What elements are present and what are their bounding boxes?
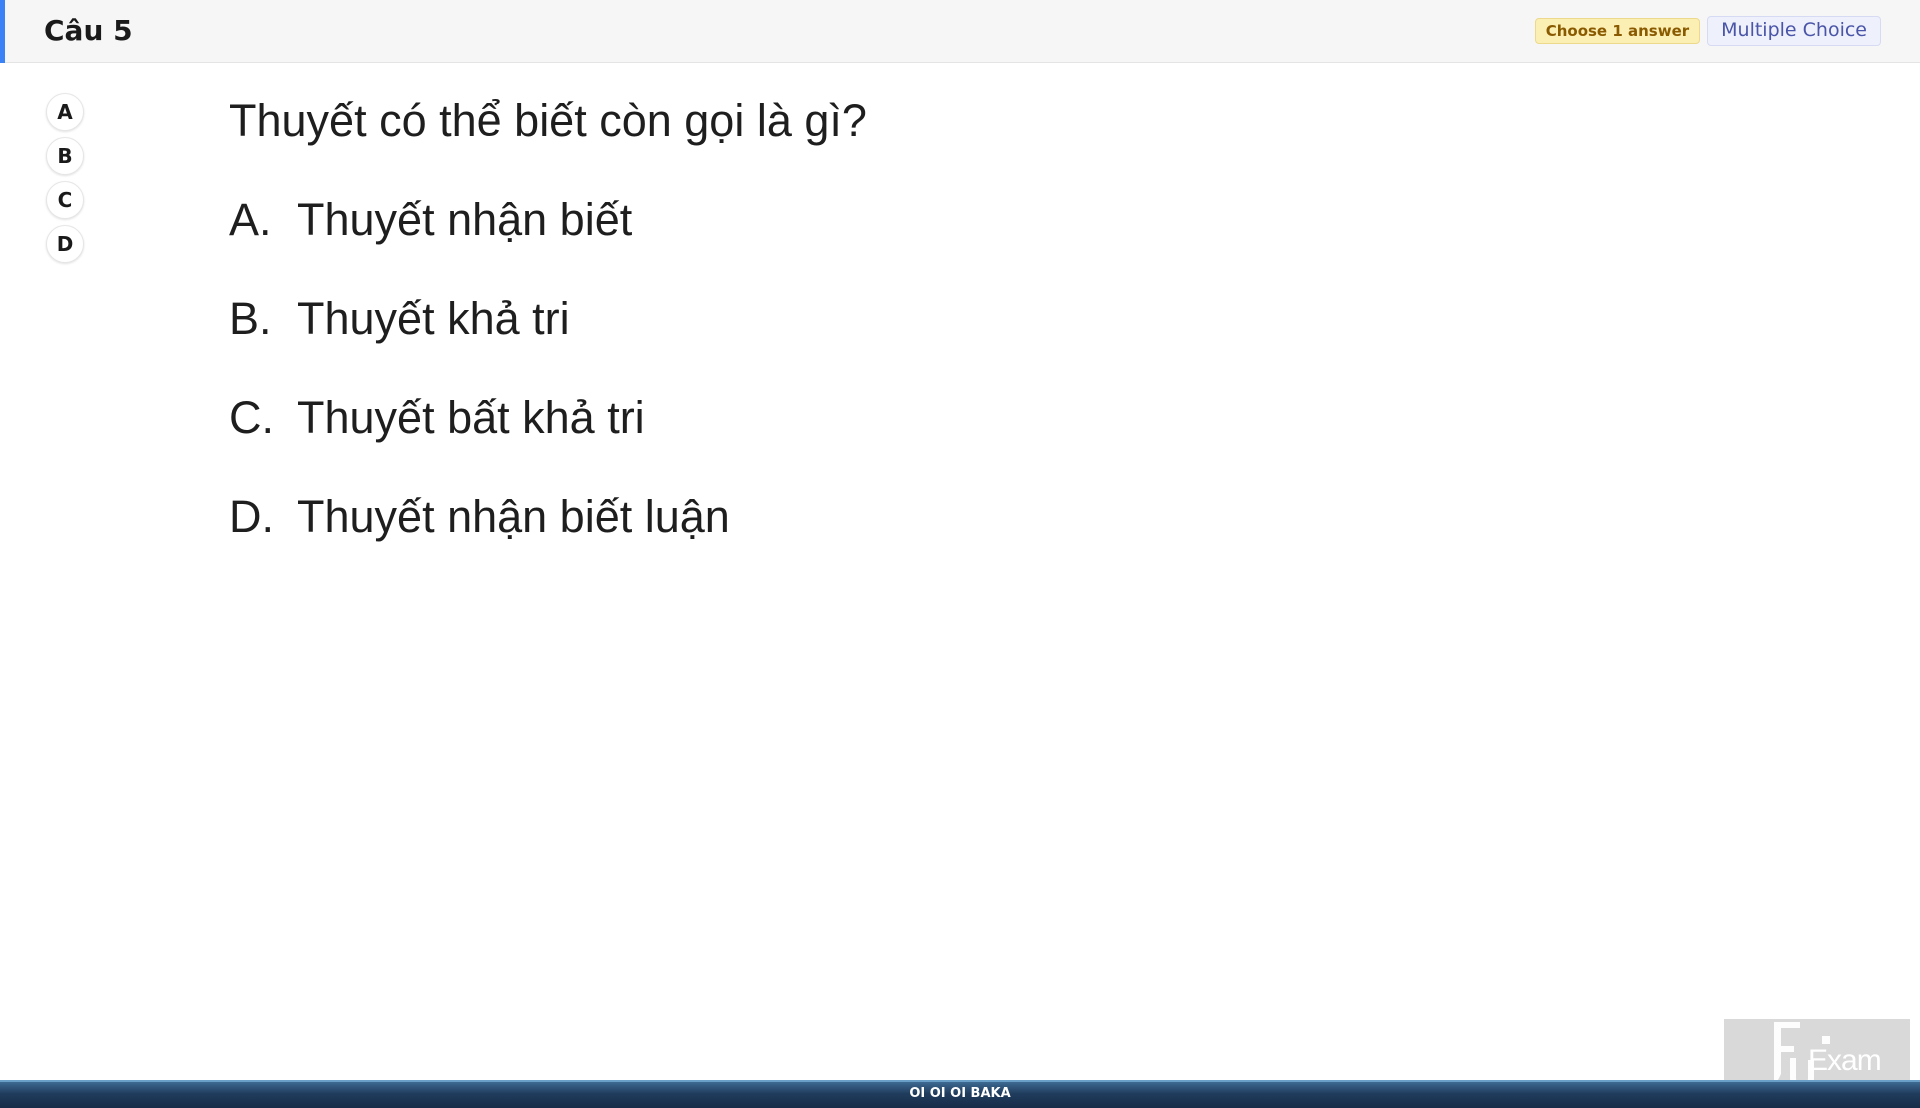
answer-button-d[interactable]: D xyxy=(46,225,84,263)
choose-answer-badge: Choose 1 answer xyxy=(1534,18,1701,44)
option-text: Thuyết khả tri xyxy=(297,293,570,344)
option-letter: D. xyxy=(229,491,274,542)
footer-text: OI OI OI BAKA xyxy=(909,1086,1011,1101)
logo-text: Exam xyxy=(1808,1044,1882,1077)
question-type-badge: Multiple Choice xyxy=(1707,16,1881,46)
option-letter: A. xyxy=(229,194,272,245)
question-header: Câu 5 Choose 1 answer Multiple Choice xyxy=(0,0,1920,63)
question-number: Câu 5 xyxy=(44,14,133,47)
answer-button-a[interactable]: A xyxy=(46,93,84,131)
answer-button-c[interactable]: C xyxy=(46,181,84,219)
option-text: Thuyết nhận biết xyxy=(297,194,633,245)
option-letter: B. xyxy=(229,293,272,344)
option-c: C. Thuyết bất khả tri xyxy=(229,387,867,449)
option-text: Thuyết nhận biết luận xyxy=(297,491,730,542)
answer-button-column: A B C D xyxy=(46,93,86,269)
option-b: B. Thuyết khả tri xyxy=(229,288,867,350)
option-d: D. Thuyết nhận biết luận xyxy=(229,486,867,548)
option-a: A. Thuyết nhận biết xyxy=(229,189,867,251)
question-badges: Choose 1 answer Multiple Choice xyxy=(1534,16,1881,46)
question-content: Thuyết có thể biết còn gọi là gì? A. Thuy… xyxy=(229,90,867,548)
option-text: Thuyết bất khả tri xyxy=(297,392,645,443)
footer-bar: OI OI OI BAKA xyxy=(0,1080,1920,1108)
answer-button-b[interactable]: B xyxy=(46,137,84,175)
header-accent-bar xyxy=(0,0,5,63)
question-text: Thuyết có thể biết còn gọi là gì? xyxy=(229,95,867,146)
option-letter: C. xyxy=(229,392,274,443)
